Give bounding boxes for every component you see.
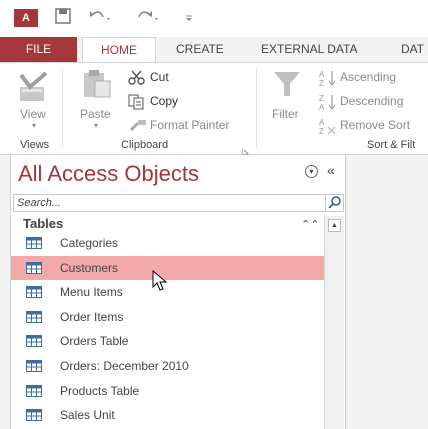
tables-group-header[interactable]: Tables bbox=[23, 216, 63, 231]
cut-button[interactable]: Cut bbox=[128, 69, 188, 87]
list-item-label: Products Table bbox=[60, 383, 140, 398]
descending-button[interactable]: Z A Descending bbox=[318, 93, 428, 111]
customize-icon[interactable] bbox=[184, 8, 194, 28]
list-item-products-table[interactable]: Products Table bbox=[11, 379, 324, 404]
clipboard-group-label: Clipboard bbox=[121, 139, 169, 151]
table-icon bbox=[26, 310, 42, 323]
svg-text:A: A bbox=[319, 118, 325, 127]
filter-label: Filter bbox=[272, 107, 299, 121]
save-icon[interactable] bbox=[55, 8, 71, 28]
filter-button[interactable]: Filter bbox=[270, 69, 310, 133]
scissors-icon bbox=[128, 70, 145, 85]
ribbon: View ▾ Views Paste ▾ Cut Copy Format Pai… bbox=[0, 62, 428, 156]
table-icon bbox=[26, 286, 42, 299]
list-item-label: Customers bbox=[60, 260, 119, 275]
tab-home[interactable]: HOME bbox=[82, 37, 156, 63]
nav-pane-title[interactable]: All Access Objects bbox=[18, 161, 199, 187]
list-item-label: Menu Items bbox=[60, 285, 123, 300]
divider bbox=[256, 69, 257, 147]
remove-sort-label: Remove Sort bbox=[340, 118, 411, 132]
funnel-icon bbox=[274, 72, 300, 96]
format-painter-label: Format Painter bbox=[150, 118, 230, 132]
ribbon-tabs: FILE HOME CREATE EXTERNAL DATA DAT bbox=[0, 37, 428, 63]
view-dropdown-icon: ▾ bbox=[32, 121, 37, 130]
list-item-label: Categories bbox=[60, 236, 119, 250]
access-app-icon[interactable]: A bbox=[14, 9, 38, 27]
search-box bbox=[13, 194, 344, 212]
quick-access-toolbar: A bbox=[0, 0, 428, 37]
svg-text:A: A bbox=[319, 103, 325, 111]
table-icon bbox=[26, 384, 42, 397]
list-item-label: Sales Unit bbox=[60, 408, 115, 423]
list-item-categories[interactable]: Categories bbox=[11, 231, 324, 256]
list-item-order-items[interactable]: Order Items bbox=[11, 305, 324, 330]
collapse-group-icon[interactable]: ⌃⌃ bbox=[301, 218, 319, 231]
collapse-pane-icon[interactable]: « bbox=[327, 162, 335, 178]
view-button[interactable]: View ▾ bbox=[18, 71, 54, 131]
tab-database-tools[interactable]: DAT bbox=[401, 37, 424, 62]
tab-file[interactable]: FILE bbox=[0, 37, 77, 62]
list-item-orders-december-2010[interactable]: Orders: December 2010 bbox=[11, 354, 324, 379]
format-painter-button[interactable]: Format Painter bbox=[128, 117, 248, 135]
undo-icon[interactable] bbox=[88, 8, 112, 28]
list-item-label: Orders: December 2010 bbox=[60, 358, 189, 373]
search-icon[interactable] bbox=[325, 195, 343, 211]
table-list: Categories Customers Menu Items Order It… bbox=[11, 231, 324, 428]
sort-ascending-icon: A Z bbox=[319, 70, 336, 87]
remove-sort-button[interactable]: A Z Remove Sort bbox=[318, 117, 428, 135]
navigation-pane: All Access Objects ▾ « Tables ⌃⌃ ▲ Categ… bbox=[10, 155, 346, 429]
tab-create[interactable]: CREATE bbox=[176, 37, 224, 62]
list-item-label: Orders Table bbox=[60, 334, 129, 349]
table-icon bbox=[26, 237, 42, 249]
tab-external-data[interactable]: EXTERNAL DATA bbox=[261, 37, 357, 62]
ascending-label: Ascending bbox=[340, 70, 397, 84]
nav-menu-chevron-icon[interactable]: ▾ bbox=[305, 165, 318, 178]
paste-label: Paste bbox=[80, 107, 111, 121]
list-item-orders-table[interactable]: Orders Table bbox=[11, 329, 324, 354]
paste-dropdown-icon: ▾ bbox=[94, 121, 99, 130]
list-item-label: Order Items bbox=[60, 309, 124, 324]
list-item-sales-unit[interactable]: Sales Unit bbox=[11, 403, 324, 428]
cut-label: Cut bbox=[150, 70, 169, 84]
view-label: View bbox=[20, 107, 46, 121]
table-icon bbox=[26, 261, 42, 274]
view-icon bbox=[19, 71, 48, 101]
vertical-scrollbar[interactable]: ▲ bbox=[324, 216, 344, 429]
remove-sort-icon: A Z bbox=[319, 118, 336, 135]
copy-button[interactable]: Copy bbox=[128, 93, 188, 111]
svg-text:Z: Z bbox=[319, 79, 324, 87]
table-icon bbox=[26, 335, 42, 348]
divider bbox=[62, 69, 63, 147]
descending-label: Descending bbox=[340, 94, 404, 108]
search-input[interactable] bbox=[14, 195, 322, 211]
redo-icon[interactable] bbox=[136, 8, 160, 28]
table-icon bbox=[26, 359, 42, 372]
views-group-label: Views bbox=[20, 139, 50, 151]
mouse-cursor-icon bbox=[152, 270, 168, 291]
table-icon bbox=[26, 409, 42, 422]
copy-label: Copy bbox=[150, 94, 179, 108]
paste-button[interactable]: Paste ▾ bbox=[78, 69, 118, 131]
svg-text:Z: Z bbox=[319, 127, 324, 135]
svg-text:A: A bbox=[319, 70, 325, 79]
sort-descending-icon: Z A bbox=[319, 94, 336, 111]
copy-icon bbox=[128, 94, 144, 110]
sort-filter-group-label: Sort & Filt bbox=[367, 139, 416, 151]
ascending-button[interactable]: A Z Ascending bbox=[318, 69, 428, 87]
paste-icon bbox=[84, 70, 111, 98]
scroll-up-icon[interactable]: ▲ bbox=[328, 219, 341, 232]
svg-text:Z: Z bbox=[319, 94, 324, 103]
format-painter-icon bbox=[129, 120, 146, 132]
